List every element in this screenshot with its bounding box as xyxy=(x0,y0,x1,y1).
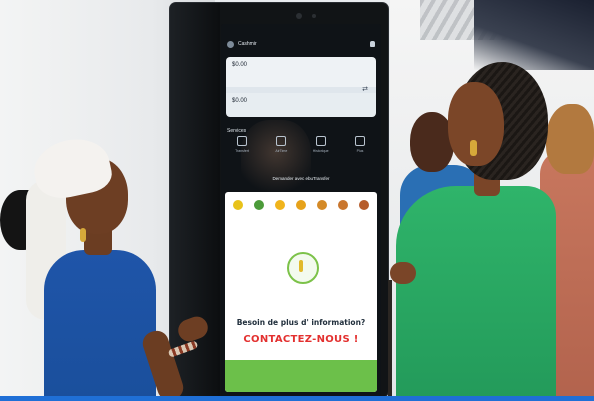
phone-icon xyxy=(276,136,287,146)
photo-scene: Cashmir $0.00 ⇄ $0.00 Services Transfert… xyxy=(0,0,594,401)
sensor-icon xyxy=(312,14,316,18)
product-item xyxy=(229,200,247,236)
app-bar: Cashmir xyxy=(221,36,381,52)
person-left-shirt xyxy=(44,250,156,401)
history-icon xyxy=(315,136,326,146)
product-row xyxy=(229,200,373,236)
more-icon xyxy=(354,136,365,146)
product-item xyxy=(355,200,373,236)
earring-icon xyxy=(470,140,477,156)
brand-logo xyxy=(287,252,319,284)
service-label: Historique xyxy=(312,149,329,153)
fruit-icon xyxy=(233,200,243,210)
amount-to-field[interactable]: $0.00 xyxy=(226,93,376,117)
service-label: AirTime xyxy=(275,149,288,153)
app-logo-icon xyxy=(227,40,234,48)
service-history[interactable]: Historique xyxy=(304,136,338,162)
bottom-strip xyxy=(0,396,594,401)
product-item xyxy=(334,200,352,236)
product-item xyxy=(292,200,310,236)
amount-from-field[interactable]: $0.00 xyxy=(226,57,376,87)
fruit-icon xyxy=(317,200,327,210)
bag-strap xyxy=(388,280,392,401)
transfer-icon xyxy=(237,136,247,146)
fruit-icon xyxy=(296,200,306,210)
earring-icon xyxy=(80,228,86,242)
service-more[interactable]: Plus xyxy=(343,136,377,162)
app-title: Cashmir xyxy=(238,41,257,47)
swap-icon[interactable]: ⇄ xyxy=(362,85,368,93)
corn-icon xyxy=(299,260,303,272)
product-item xyxy=(271,200,289,236)
ad-banner[interactable]: Besoin de plus d' information? CONTACTEZ… xyxy=(225,192,377,392)
fruit-icon xyxy=(254,200,264,210)
service-label: Transfert xyxy=(235,149,249,153)
status-bar xyxy=(221,24,381,34)
banner-question: Besoin de plus d' information? xyxy=(236,318,366,327)
banner-footer xyxy=(225,360,377,392)
demander-link[interactable]: Demander avec ebuTransfer xyxy=(251,176,351,181)
banner-cta[interactable]: CONTACTEZ-NOUS ! xyxy=(231,334,371,345)
currency-converter[interactable]: $0.00 ⇄ $0.00 xyxy=(226,57,376,117)
service-airtime[interactable]: AirTime xyxy=(264,136,298,162)
lock-icon[interactable] xyxy=(370,41,375,47)
fruit-icon xyxy=(275,200,285,210)
person-far-right-hair xyxy=(546,104,594,174)
swap-row: ⇄ xyxy=(226,85,376,93)
kiosk-screen[interactable]: Cashmir $0.00 ⇄ $0.00 Services Transfert… xyxy=(221,24,381,396)
ceiling-dark xyxy=(474,0,594,70)
service-transfer[interactable]: Transfert xyxy=(225,136,259,162)
fruit-icon xyxy=(359,200,369,210)
fruit-icon xyxy=(338,200,348,210)
camera-icon xyxy=(296,13,302,19)
service-label: Plus xyxy=(356,149,364,153)
product-item xyxy=(250,200,268,236)
person-right-hand xyxy=(390,262,416,284)
product-item xyxy=(313,200,331,236)
services-heading: Services xyxy=(227,128,247,134)
person-right-dress xyxy=(396,186,556,401)
services-row: Transfert AirTime Historique Plus xyxy=(225,136,377,162)
